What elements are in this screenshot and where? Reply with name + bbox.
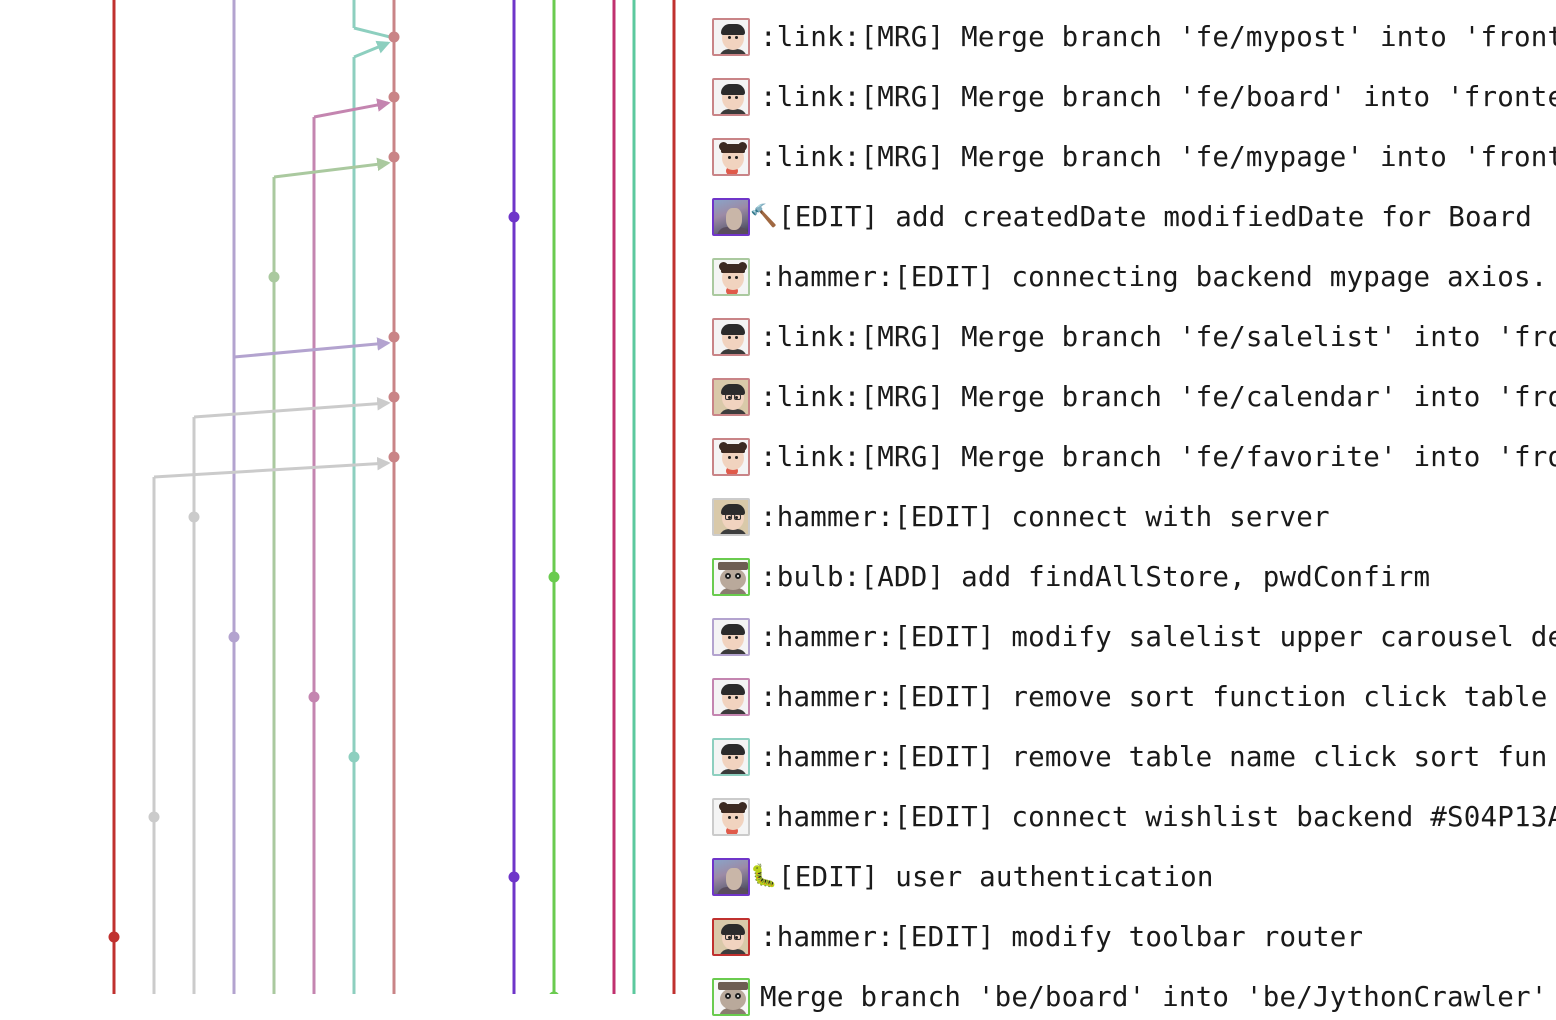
commit-row[interactable]: :link:[MRG] Merge branch 'fe/favorite' i… xyxy=(712,434,1556,480)
author-avatar xyxy=(712,198,750,236)
commit-message: :link:[MRG] Merge branch 'fe/mypost' int… xyxy=(760,21,1556,53)
commit-row[interactable]: :link:[MRG] Merge branch 'fe/board' into… xyxy=(712,74,1556,120)
commit-message: :link:[MRG] Merge branch 'fe/board' into… xyxy=(760,81,1556,113)
author-avatar xyxy=(712,798,750,836)
commit-message: :link:[MRG] Merge branch 'fe/calendar' i… xyxy=(760,381,1556,413)
commit-row[interactable]: :link:[MRG] Merge branch 'fe/calendar' i… xyxy=(712,374,1556,420)
commit-message: :hammer:[EDIT] remove sort function clic… xyxy=(760,681,1548,713)
commit-message: :link:[MRG] Merge branch 'fe/favorite' i… xyxy=(760,441,1556,473)
commit-row[interactable]: :bulb:[ADD] add findAllStore, pwdConfirm xyxy=(712,554,1556,600)
commit-message: :bulb:[ADD] add findAllStore, pwdConfirm xyxy=(760,561,1431,593)
commit-message: :link:[MRG] Merge branch 'fe/salelist' i… xyxy=(760,321,1556,353)
author-avatar xyxy=(712,558,750,596)
commit-message: :hammer:[EDIT] modify toolbar router xyxy=(760,921,1364,953)
commit-row[interactable]: :hammer:[EDIT] connect with server xyxy=(712,494,1556,540)
author-avatar xyxy=(712,138,750,176)
author-avatar xyxy=(712,978,750,1016)
author-avatar xyxy=(712,258,750,296)
commit-message: :hammer:[EDIT] modify salelist upper car… xyxy=(760,621,1556,653)
commit-message: :link:[MRG] Merge branch 'fe/mypage' int… xyxy=(760,141,1556,173)
author-avatar xyxy=(712,378,750,416)
author-avatar xyxy=(712,318,750,356)
commit-row[interactable]: :hammer:[EDIT] remove sort function clic… xyxy=(712,674,1556,720)
commit-message: :hammer:[EDIT] remove table name click s… xyxy=(760,741,1548,773)
commit-row[interactable]: :link:[MRG] Merge branch 'fe/mypost' int… xyxy=(712,14,1556,60)
commit-row[interactable]: 🔨 [EDIT] add createdDate modifiedDate for… xyxy=(712,194,1556,240)
commit-row[interactable]: :hammer:[EDIT] modify salelist upper car… xyxy=(712,614,1556,660)
commit-row[interactable]: 🐛 [EDIT] user authentication xyxy=(712,854,1556,900)
author-avatar xyxy=(712,498,750,536)
author-avatar xyxy=(712,78,750,116)
commit-row[interactable]: :hammer:[EDIT] connecting backend mypage… xyxy=(712,254,1556,300)
author-avatar xyxy=(712,918,750,956)
author-avatar xyxy=(712,438,750,476)
commit-row[interactable]: :hammer:[EDIT] connect wishlist backend … xyxy=(712,794,1556,840)
commit-message: [EDIT] add createdDate modifiedDate for … xyxy=(778,201,1533,233)
author-avatar xyxy=(712,18,750,56)
commit-row[interactable]: :hammer:[EDIT] modify toolbar router xyxy=(712,914,1556,960)
commit-message: [EDIT] user authentication xyxy=(778,861,1214,893)
commit-message: :hammer:[EDIT] connect wishlist backend … xyxy=(760,801,1556,833)
commit-row[interactable]: Merge branch 'be/board' into 'be/JythonC… xyxy=(712,974,1556,1020)
commit-message: :hammer:[EDIT] connecting backend mypage… xyxy=(760,261,1548,293)
commit-message: Merge branch 'be/board' into 'be/JythonC… xyxy=(760,981,1548,1013)
hammer-icon: 🔨 xyxy=(750,204,778,229)
bug-icon: 🐛 xyxy=(750,864,778,889)
author-avatar xyxy=(712,738,750,776)
author-avatar xyxy=(712,858,750,896)
commit-row[interactable]: :link:[MRG] Merge branch 'fe/salelist' i… xyxy=(712,314,1556,360)
commit-row[interactable]: :hammer:[EDIT] remove table name click s… xyxy=(712,734,1556,780)
author-avatar xyxy=(712,678,750,716)
author-avatar xyxy=(712,618,750,656)
commit-message: :hammer:[EDIT] connect with server xyxy=(760,501,1330,533)
commit-list: :link:[MRG] Merge branch 'fe/mypost' int… xyxy=(0,0,1556,1016)
commit-row[interactable]: :link:[MRG] Merge branch 'fe/mypage' int… xyxy=(712,134,1556,180)
